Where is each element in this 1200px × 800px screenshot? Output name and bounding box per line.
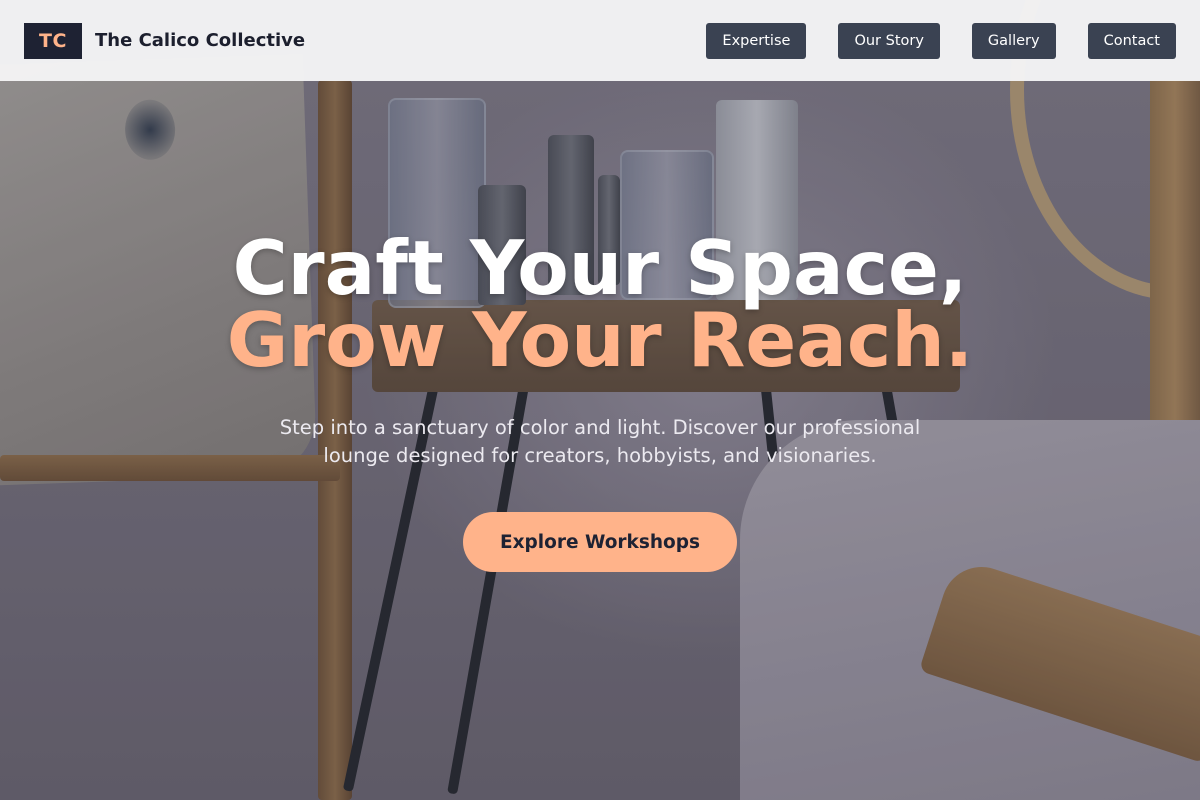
nav-our-story-button[interactable]: Our Story: [838, 22, 940, 59]
brand[interactable]: TC The Calico Collective: [24, 22, 305, 59]
hero-subtext: Step into a sanctuary of color and light…: [279, 416, 921, 467]
nav-gallery-button[interactable]: Gallery: [971, 22, 1056, 59]
site-header: TC The Calico Collective Expertise Our S…: [0, 0, 1200, 81]
nav-expertise-button[interactable]: Expertise: [706, 22, 807, 59]
hero-headline: Craft Your Space, Grow Your Reach.: [0, 231, 1200, 384]
nav-contact-button[interactable]: Contact: [1087, 22, 1176, 59]
headline-line-2: Grow Your Reach.: [226, 296, 974, 384]
logo[interactable]: TC: [24, 22, 82, 59]
brand-name[interactable]: The Calico Collective: [95, 30, 305, 51]
hero-section: Craft Your Space, Grow Your Reach. Step …: [0, 231, 1200, 572]
main-nav: Expertise Our Story Gallery Contact: [706, 22, 1176, 59]
explore-workshops-button[interactable]: Explore Workshops: [463, 512, 737, 572]
